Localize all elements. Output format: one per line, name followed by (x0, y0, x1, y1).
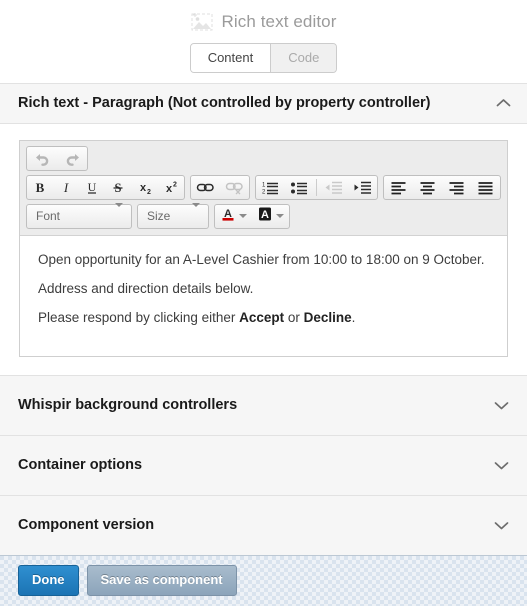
toolbar-group-history (26, 145, 88, 171)
align-left-icon[interactable] (384, 176, 413, 199)
background-color-icon[interactable]: A (252, 205, 289, 228)
underline-icon[interactable]: U (79, 176, 105, 199)
numbered-list-icon[interactable]: 1 2 (256, 176, 285, 199)
toolbar-group-links (189, 174, 250, 200)
dialog-footer: Done Save as component (0, 554, 527, 606)
bulleted-list-icon[interactable] (285, 176, 314, 199)
section-title: Whispir background controllers (18, 397, 238, 414)
text-color-icon[interactable]: A (215, 205, 252, 228)
background-color-glyph: A (258, 206, 272, 227)
svg-text:1: 1 (262, 182, 266, 188)
toolbar-row-font: Font Size A A (26, 203, 501, 229)
indent-icon[interactable] (348, 176, 377, 199)
done-button[interactable]: Done (18, 565, 79, 597)
link-icon[interactable] (191, 176, 220, 199)
editor-text-accept: Accept (239, 309, 285, 325)
svg-text:x: x (166, 183, 173, 195)
chevron-down-icon (494, 460, 509, 470)
section-header-rich-text-paragraph[interactable]: Rich text - Paragraph (Not controlled by… (0, 82, 527, 124)
svg-text:B: B (36, 180, 45, 195)
chevron-down-icon (494, 400, 509, 410)
rich-text-editor-box: B I U S x2 x 2 1 2 Font Size A A Open op… (19, 139, 508, 357)
outdent-icon[interactable] (319, 176, 348, 199)
editor-text-middle: or (284, 309, 304, 325)
section-title: Rich text - Paragraph (Not controlled by… (18, 95, 431, 112)
unlink-icon[interactable] (220, 176, 249, 199)
editor-paragraph-3: Please respond by clicking either Accept… (38, 310, 489, 326)
editor-text-prefix: Please respond by clicking either (38, 309, 240, 325)
caret-down-icon (190, 203, 208, 225)
redo-icon[interactable] (57, 147, 87, 170)
dialog-title: Rich text editor (221, 11, 337, 31)
tab-bar: Content Code (0, 43, 527, 83)
rich-text-editor-dialog: Rich text editor Content Code Rich text … (0, 0, 527, 606)
undo-icon[interactable] (27, 147, 57, 170)
section-header-container-options[interactable]: Container options (0, 434, 527, 495)
dialog-titlebar: Rich text editor (0, 0, 527, 44)
font-family-label: Font (36, 209, 61, 224)
toolbar-group-alignment (382, 174, 501, 200)
text-color-glyph: A (221, 206, 235, 227)
subscript-icon[interactable]: x2 (132, 176, 158, 199)
italic-icon[interactable]: I (53, 176, 79, 199)
toolbar-row-formatting: B I U S x2 x 2 1 2 (26, 174, 501, 200)
editor-text-decline: Decline (303, 309, 352, 325)
tab-group: Content Code (189, 43, 338, 74)
editor-content-area[interactable]: Open opportunity for an A-Level Cashier … (20, 235, 507, 356)
svg-text:I: I (63, 180, 69, 195)
svg-text:2: 2 (173, 181, 177, 188)
font-family-select[interactable]: Font (26, 203, 132, 229)
caret-down-icon (113, 203, 131, 225)
toolbar-group-basic-styles: B I U S x2 x 2 (26, 174, 185, 200)
toolbar-group-colors: A A (214, 203, 290, 229)
editor-text-suffix: . (351, 309, 356, 325)
editor-paragraph-2: Address and direction details below. (38, 280, 254, 296)
section-header-component-version[interactable]: Component version (0, 494, 527, 555)
caret-down-icon (276, 214, 284, 219)
svg-text:A: A (261, 209, 269, 221)
align-right-icon[interactable] (442, 176, 471, 199)
section-title: Component version (18, 517, 155, 534)
toolbar-row-history (26, 145, 501, 171)
toolbar-group-lists: 1 2 (254, 174, 378, 200)
tab-content[interactable]: Content (190, 44, 272, 73)
strikethrough-icon[interactable]: S (105, 176, 131, 199)
toolbar-separator (315, 178, 317, 196)
editor-paragraph-1: Open opportunity for an A-Level Cashier … (38, 251, 485, 267)
tab-code[interactable]: Code (271, 44, 337, 73)
svg-text:U: U (88, 180, 97, 194)
save-as-component-button[interactable]: Save as component (86, 565, 237, 597)
section-header-whispir-background-controllers[interactable]: Whispir background controllers (0, 374, 527, 435)
rich-text-editor-region: B I U S x2 x 2 1 2 Font Size A A Open op… (0, 123, 527, 375)
svg-text:2: 2 (262, 189, 266, 195)
chevron-down-icon (494, 520, 509, 530)
svg-text:2: 2 (147, 189, 151, 195)
svg-text:x: x (140, 182, 147, 194)
font-size-label: Size (147, 209, 171, 224)
section-title: Container options (18, 457, 143, 474)
broken-image-icon (191, 11, 213, 33)
caret-down-icon (239, 214, 247, 219)
bold-icon[interactable]: B (27, 176, 53, 199)
superscript-icon[interactable]: x2 (158, 176, 184, 199)
editor-toolbar: B I U S x2 x 2 1 2 Font Size A A (20, 140, 507, 236)
align-center-icon[interactable] (413, 176, 442, 199)
align-justify-icon[interactable] (471, 176, 500, 199)
font-size-select[interactable]: Size (137, 203, 209, 229)
chevron-up-icon (496, 98, 511, 108)
